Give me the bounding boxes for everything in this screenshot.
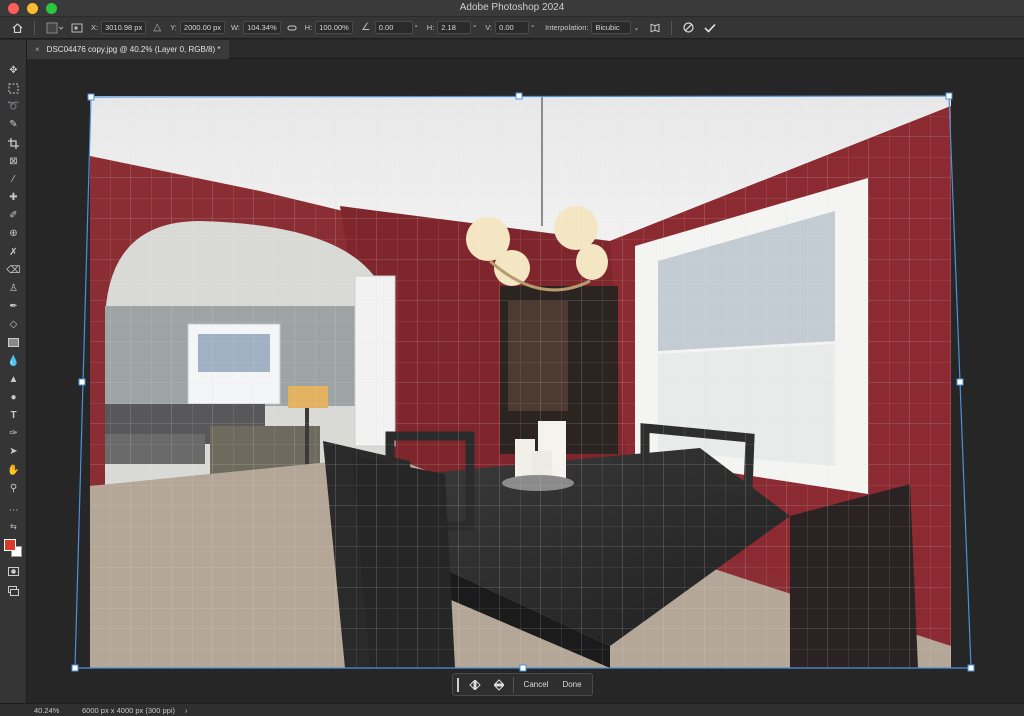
handle-bottom-left[interactable] xyxy=(71,664,79,672)
status-bar: 40.24% 6000 px x 4000 px (300 ppi) › xyxy=(0,703,1024,716)
handle-middle-left[interactable] xyxy=(78,378,86,386)
zoom-level[interactable]: 40.24% xyxy=(34,706,74,715)
handle-bottom-right[interactable] xyxy=(967,664,975,672)
handle-top-center[interactable] xyxy=(515,92,523,100)
handle-middle-right[interactable] xyxy=(956,378,964,386)
document-info: 6000 px x 4000 px (300 ppi) xyxy=(82,705,175,715)
status-menu-arrow-icon[interactable]: › xyxy=(185,706,188,715)
flip-vertical-icon[interactable] xyxy=(487,674,511,695)
flip-horizontal-icon[interactable] xyxy=(463,674,487,695)
drag-handle-icon[interactable] xyxy=(453,674,463,695)
done-button[interactable]: Done xyxy=(556,674,588,695)
cancel-button[interactable]: Cancel xyxy=(516,674,556,695)
handle-top-right[interactable] xyxy=(945,92,953,100)
transform-bounding-box[interactable] xyxy=(0,0,1024,716)
handle-bottom-center[interactable] xyxy=(519,664,527,672)
transform-contextual-bar: Cancel Done xyxy=(452,673,593,696)
handle-top-left[interactable] xyxy=(87,93,95,101)
